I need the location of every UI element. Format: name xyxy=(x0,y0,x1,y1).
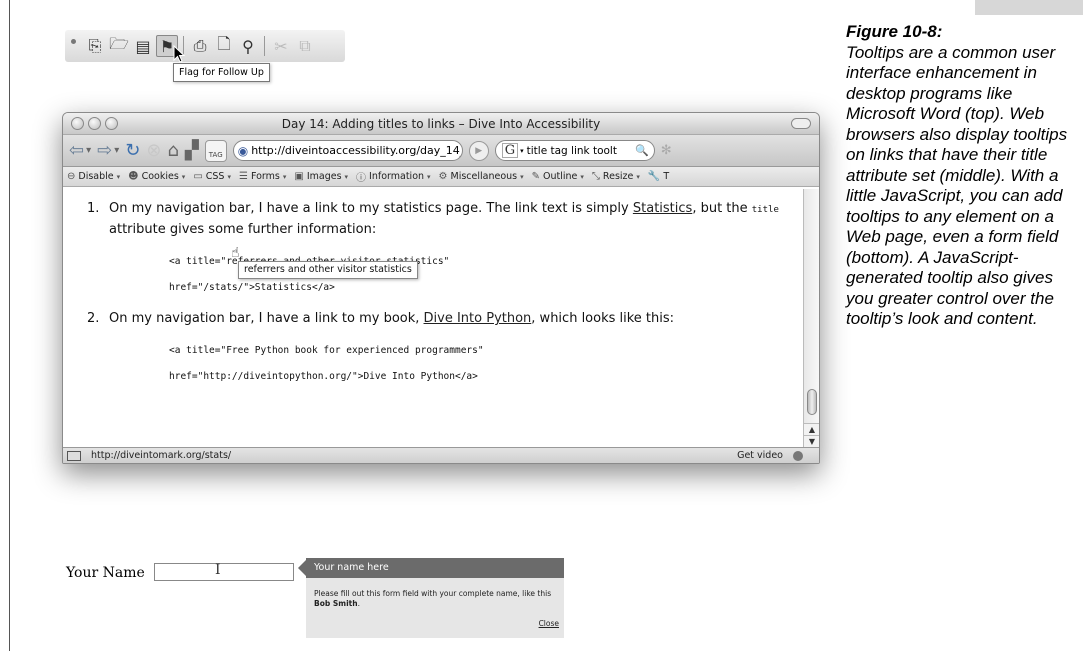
go-button[interactable]: ▶ xyxy=(468,140,489,161)
tooltip-close-link[interactable]: Close xyxy=(539,619,559,628)
search-text: title tag link toolt xyxy=(526,144,617,157)
reload-icon[interactable]: ↻ xyxy=(125,140,140,161)
back-icon[interactable]: ⇦ xyxy=(69,140,84,161)
devbar-images[interactable]: ▣ Images ▾ xyxy=(294,171,348,182)
status-page-icon xyxy=(67,450,81,461)
print-preview-icon[interactable]: 🗋 xyxy=(213,34,235,57)
loading-spinner-icon: ✻ xyxy=(660,143,672,158)
devbar-forms[interactable]: ☰ Forms ▾ xyxy=(239,171,286,182)
resize-icon: ⤡ xyxy=(591,171,600,182)
javascript-tooltip: Your name here Please fill out this form… xyxy=(298,558,564,638)
copy-icon[interactable]: ⧉ xyxy=(294,35,316,57)
search-engine-dropdown-icon[interactable]: ▾ xyxy=(520,147,524,155)
toolbar-separator xyxy=(264,36,265,56)
devbar-cookies[interactable]: ☻ Cookies ▾ xyxy=(128,171,185,182)
web-developer-toolbar: ⊖ Disable ▾ ☻ Cookies ▾ ▭ CSS ▾ ☰ Forms ▾ ▣ Image… xyxy=(63,167,819,187)
list-item: 1. On my navigation bar, I have a link t… xyxy=(87,199,803,301)
search-bar[interactable]: G ▾ title tag link toolt 🔍 xyxy=(494,140,655,161)
vertical-scrollbar[interactable]: ▲ ▼ xyxy=(803,189,819,447)
figure-label: Figure 10-8: xyxy=(846,22,943,41)
get-video-button[interactable]: Get video xyxy=(737,450,783,461)
dive-into-python-link[interactable]: Dive Into Python xyxy=(424,311,532,326)
tag-button[interactable]: TAG xyxy=(204,139,227,162)
status-url: http://diveintomark.org/stats/ xyxy=(91,450,232,461)
statistics-link[interactable]: Statistics xyxy=(633,201,692,216)
browser-titlebar: Day 14: Adding titles to links – Dive In… xyxy=(63,113,819,135)
outline-icon: ✎ xyxy=(531,171,541,182)
bookmark-grid-icon[interactable]: ▞ xyxy=(185,140,199,161)
list-item: 2. On my navigation bar, I have a link t… xyxy=(87,309,803,390)
tools-icon: 🔧 xyxy=(647,171,661,182)
browser-window: Day 14: Adding titles to links – Dive In… xyxy=(62,112,820,464)
page-content: 1. On my navigation bar, I have a link t… xyxy=(63,189,803,447)
scroll-up-icon[interactable]: ▲ xyxy=(804,423,819,435)
tooltip-pointer xyxy=(298,560,306,576)
toolbar-grip-icon[interactable] xyxy=(71,38,76,44)
cut-icon[interactable]: ✂ xyxy=(270,35,292,57)
page-corner-tab xyxy=(975,0,1083,15)
text-cursor-icon: I xyxy=(215,562,221,578)
css-icon: ▭ xyxy=(193,171,203,182)
images-icon: ▣ xyxy=(294,171,304,182)
code-block: <a title="Free Python book for experienc… xyxy=(169,345,484,382)
devbar-miscellaneous[interactable]: ⚙ Miscellaneous ▾ xyxy=(439,171,524,182)
mouse-pointer-icon xyxy=(173,45,186,63)
home-icon[interactable]: ⌂ xyxy=(167,140,178,161)
forms-icon: ☰ xyxy=(238,171,248,182)
open-icon[interactable]: 🗁 xyxy=(108,34,130,57)
window-title: Day 14: Adding titles to links – Dive In… xyxy=(281,116,601,131)
caption-text: Tooltips are a common user interface enh… xyxy=(846,42,1068,329)
status-bar: http://diveintomark.org/stats/ Get video xyxy=(63,447,819,463)
devbar-css[interactable]: ▭ CSS ▾ xyxy=(193,171,231,182)
url-bar[interactable]: ◉ http://diveintoaccessibility.org/day_1… xyxy=(232,140,463,161)
tooltip-title: Your name here xyxy=(306,558,564,578)
tooltip-body: Please fill out this form field with you… xyxy=(314,589,552,608)
disable-icon: ⊖ xyxy=(67,171,76,182)
toolbar-toggle-button[interactable] xyxy=(791,118,811,129)
site-globe-icon: ◉ xyxy=(237,143,249,158)
miscellaneous-icon: ⚙ xyxy=(438,171,448,182)
new-doc-icon[interactable]: ⎘ xyxy=(84,35,106,57)
your-name-input[interactable] xyxy=(154,563,294,581)
information-icon: ⓘ xyxy=(356,173,367,184)
scroll-down-icon[interactable]: ▼ xyxy=(804,435,819,447)
devbar-resize[interactable]: ⤡ Resize ▾ xyxy=(592,171,640,182)
magnifier-icon[interactable]: 🔍 xyxy=(635,144,654,157)
forward-icon[interactable]: ⇨ xyxy=(97,140,112,161)
scrollbar-thumb[interactable] xyxy=(807,389,817,415)
search-engine-icon[interactable]: G xyxy=(501,143,519,158)
print-icon[interactable]: ⎙ xyxy=(189,35,211,57)
save-icon[interactable]: ▤ xyxy=(132,35,154,57)
stop-icon[interactable]: ⊗ xyxy=(146,140,161,161)
title-code: title xyxy=(751,205,779,215)
back-menu-icon[interactable]: ▾ xyxy=(86,145,91,156)
link-tooltip: referrers and other visitor statistics xyxy=(238,261,418,279)
cookies-icon: ☻ xyxy=(128,171,139,182)
content-list: 1. On my navigation bar, I have a link t… xyxy=(87,199,803,390)
your-name-label: Your Name xyxy=(66,565,145,581)
devbar-disable[interactable]: ⊖ Disable ▾ xyxy=(67,171,120,182)
devbar-outline[interactable]: ✎ Outline ▾ xyxy=(532,171,584,182)
word-tooltip: Flag for Follow Up xyxy=(173,63,270,82)
devbar-tools[interactable]: 🔧 T xyxy=(648,171,669,182)
forward-menu-icon[interactable]: ▾ xyxy=(114,145,119,156)
navigation-toolbar: ⇦ ▾ ⇨ ▾ ↻ ⊗ ⌂ ▞ TAG ◉ http://diveintoacc… xyxy=(63,135,819,167)
options-icon[interactable] xyxy=(793,450,803,461)
word-toolbar: ⎘ 🗁 ▤ ⚑ ⎙ 🗋 ⚲ ✂ ⧉ xyxy=(65,30,345,62)
search-icon[interactable]: ⚲ xyxy=(237,35,259,57)
url-text: http://diveintoaccessibility.org/day_14_… xyxy=(251,144,462,157)
devbar-information[interactable]: ⓘ Information ▾ xyxy=(356,169,431,184)
figure-caption: Figure 10-8: Tooltips are a common user … xyxy=(846,22,1078,330)
